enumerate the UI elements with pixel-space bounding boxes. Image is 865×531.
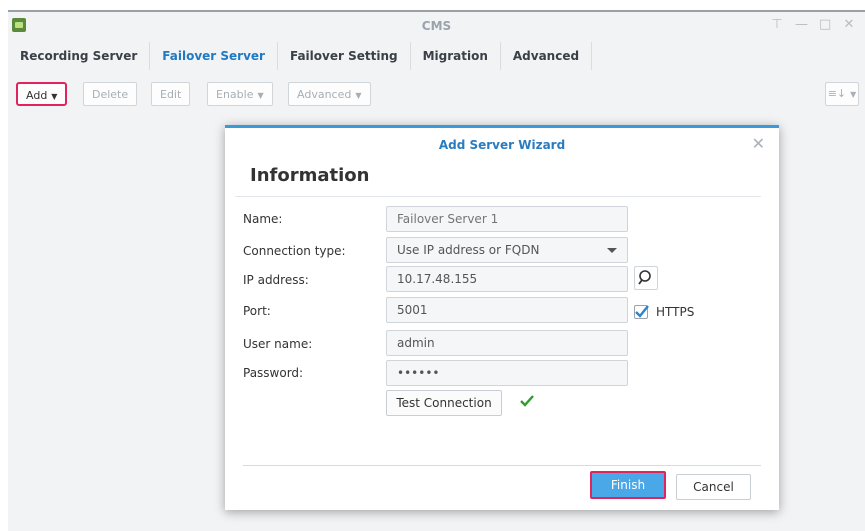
check-icon <box>635 305 649 318</box>
port-label: Port: <box>243 304 271 318</box>
add-server-wizard-dialog: Add Server Wizard ✕ Information Name: Co… <box>225 125 779 510</box>
tab-bar: Recording Server Failover Server Failove… <box>8 42 593 70</box>
tab-failover-setting[interactable]: Failover Setting <box>278 42 411 70</box>
port-field[interactable]: 5001 <box>386 297 628 323</box>
password-field[interactable]: •••••• <box>386 360 628 386</box>
chevron-down-icon <box>607 248 617 253</box>
advanced-button-label: Advanced <box>297 88 352 101</box>
enable-button-label: Enable <box>216 88 254 101</box>
chevron-down-icon: ▼ <box>355 91 362 100</box>
finish-button[interactable]: Finish <box>590 471 666 499</box>
tab-recording-server[interactable]: Recording Server <box>8 42 151 70</box>
ip-address-field[interactable]: 10.17.48.155 <box>386 266 628 292</box>
user-name-field[interactable]: admin <box>386 330 628 356</box>
user-name-label: User name: <box>243 337 313 351</box>
divider <box>235 196 761 197</box>
edit-button[interactable]: Edit <box>151 82 191 106</box>
ip-address-label: IP address: <box>243 273 309 287</box>
search-icon <box>638 270 651 285</box>
tab-advanced[interactable]: Advanced <box>501 42 593 70</box>
section-title: Information <box>250 165 370 186</box>
add-button-label: Add <box>26 89 48 102</box>
top-strip <box>0 0 865 10</box>
dialog-title: Add Server Wizard <box>438 138 566 152</box>
enable-button[interactable]: Enable ▼ <box>207 82 273 106</box>
check-icon <box>520 395 534 407</box>
tab-migration[interactable]: Migration <box>411 42 501 70</box>
title-bar: CMS ⊤ — □ ✕ <box>8 12 865 40</box>
chevron-down-icon: ▼ <box>51 92 58 101</box>
advanced-button[interactable]: Advanced ▼ <box>288 82 371 106</box>
tab-failover-server[interactable]: Failover Server <box>150 42 278 70</box>
chevron-down-icon: ▼ <box>257 91 264 100</box>
add-button[interactable]: Add ▼ <box>16 82 68 106</box>
window-controls: ⊤ — □ ✕ <box>771 17 855 32</box>
window-title: CMS <box>421 19 452 33</box>
test-connection-button[interactable]: Test Connection <box>386 390 502 416</box>
toolbar: Add ▼ Delete Edit Enable ▼ Advanced ▼ ≡↓ ▼ <box>8 82 865 108</box>
name-label: Name: <box>243 212 283 226</box>
connection-type-value: Use IP address or FQDN <box>397 243 540 257</box>
https-label: HTTPS <box>656 305 695 319</box>
minimize-icon[interactable]: — <box>795 17 808 32</box>
pin-icon[interactable]: ⊤ <box>771 17 783 32</box>
sort-button[interactable]: ≡↓ ▼ <box>825 82 859 106</box>
chevron-down-icon: ▼ <box>850 90 857 99</box>
connection-type-select[interactable]: Use IP address or FQDN <box>386 237 628 263</box>
delete-button[interactable]: Delete <box>83 82 138 106</box>
close-window-icon[interactable]: ✕ <box>843 17 855 32</box>
maximize-icon[interactable]: □ <box>819 17 831 32</box>
sort-icon: ≡↓ <box>827 87 847 100</box>
close-icon[interactable]: ✕ <box>752 134 765 153</box>
footer-divider <box>243 465 761 466</box>
password-label: Password: <box>243 366 304 380</box>
name-field[interactable] <box>386 206 628 232</box>
cancel-button[interactable]: Cancel <box>676 474 751 500</box>
search-button[interactable] <box>634 266 658 290</box>
connection-type-label: Connection type: <box>243 244 346 258</box>
https-checkbox[interactable] <box>634 305 649 319</box>
